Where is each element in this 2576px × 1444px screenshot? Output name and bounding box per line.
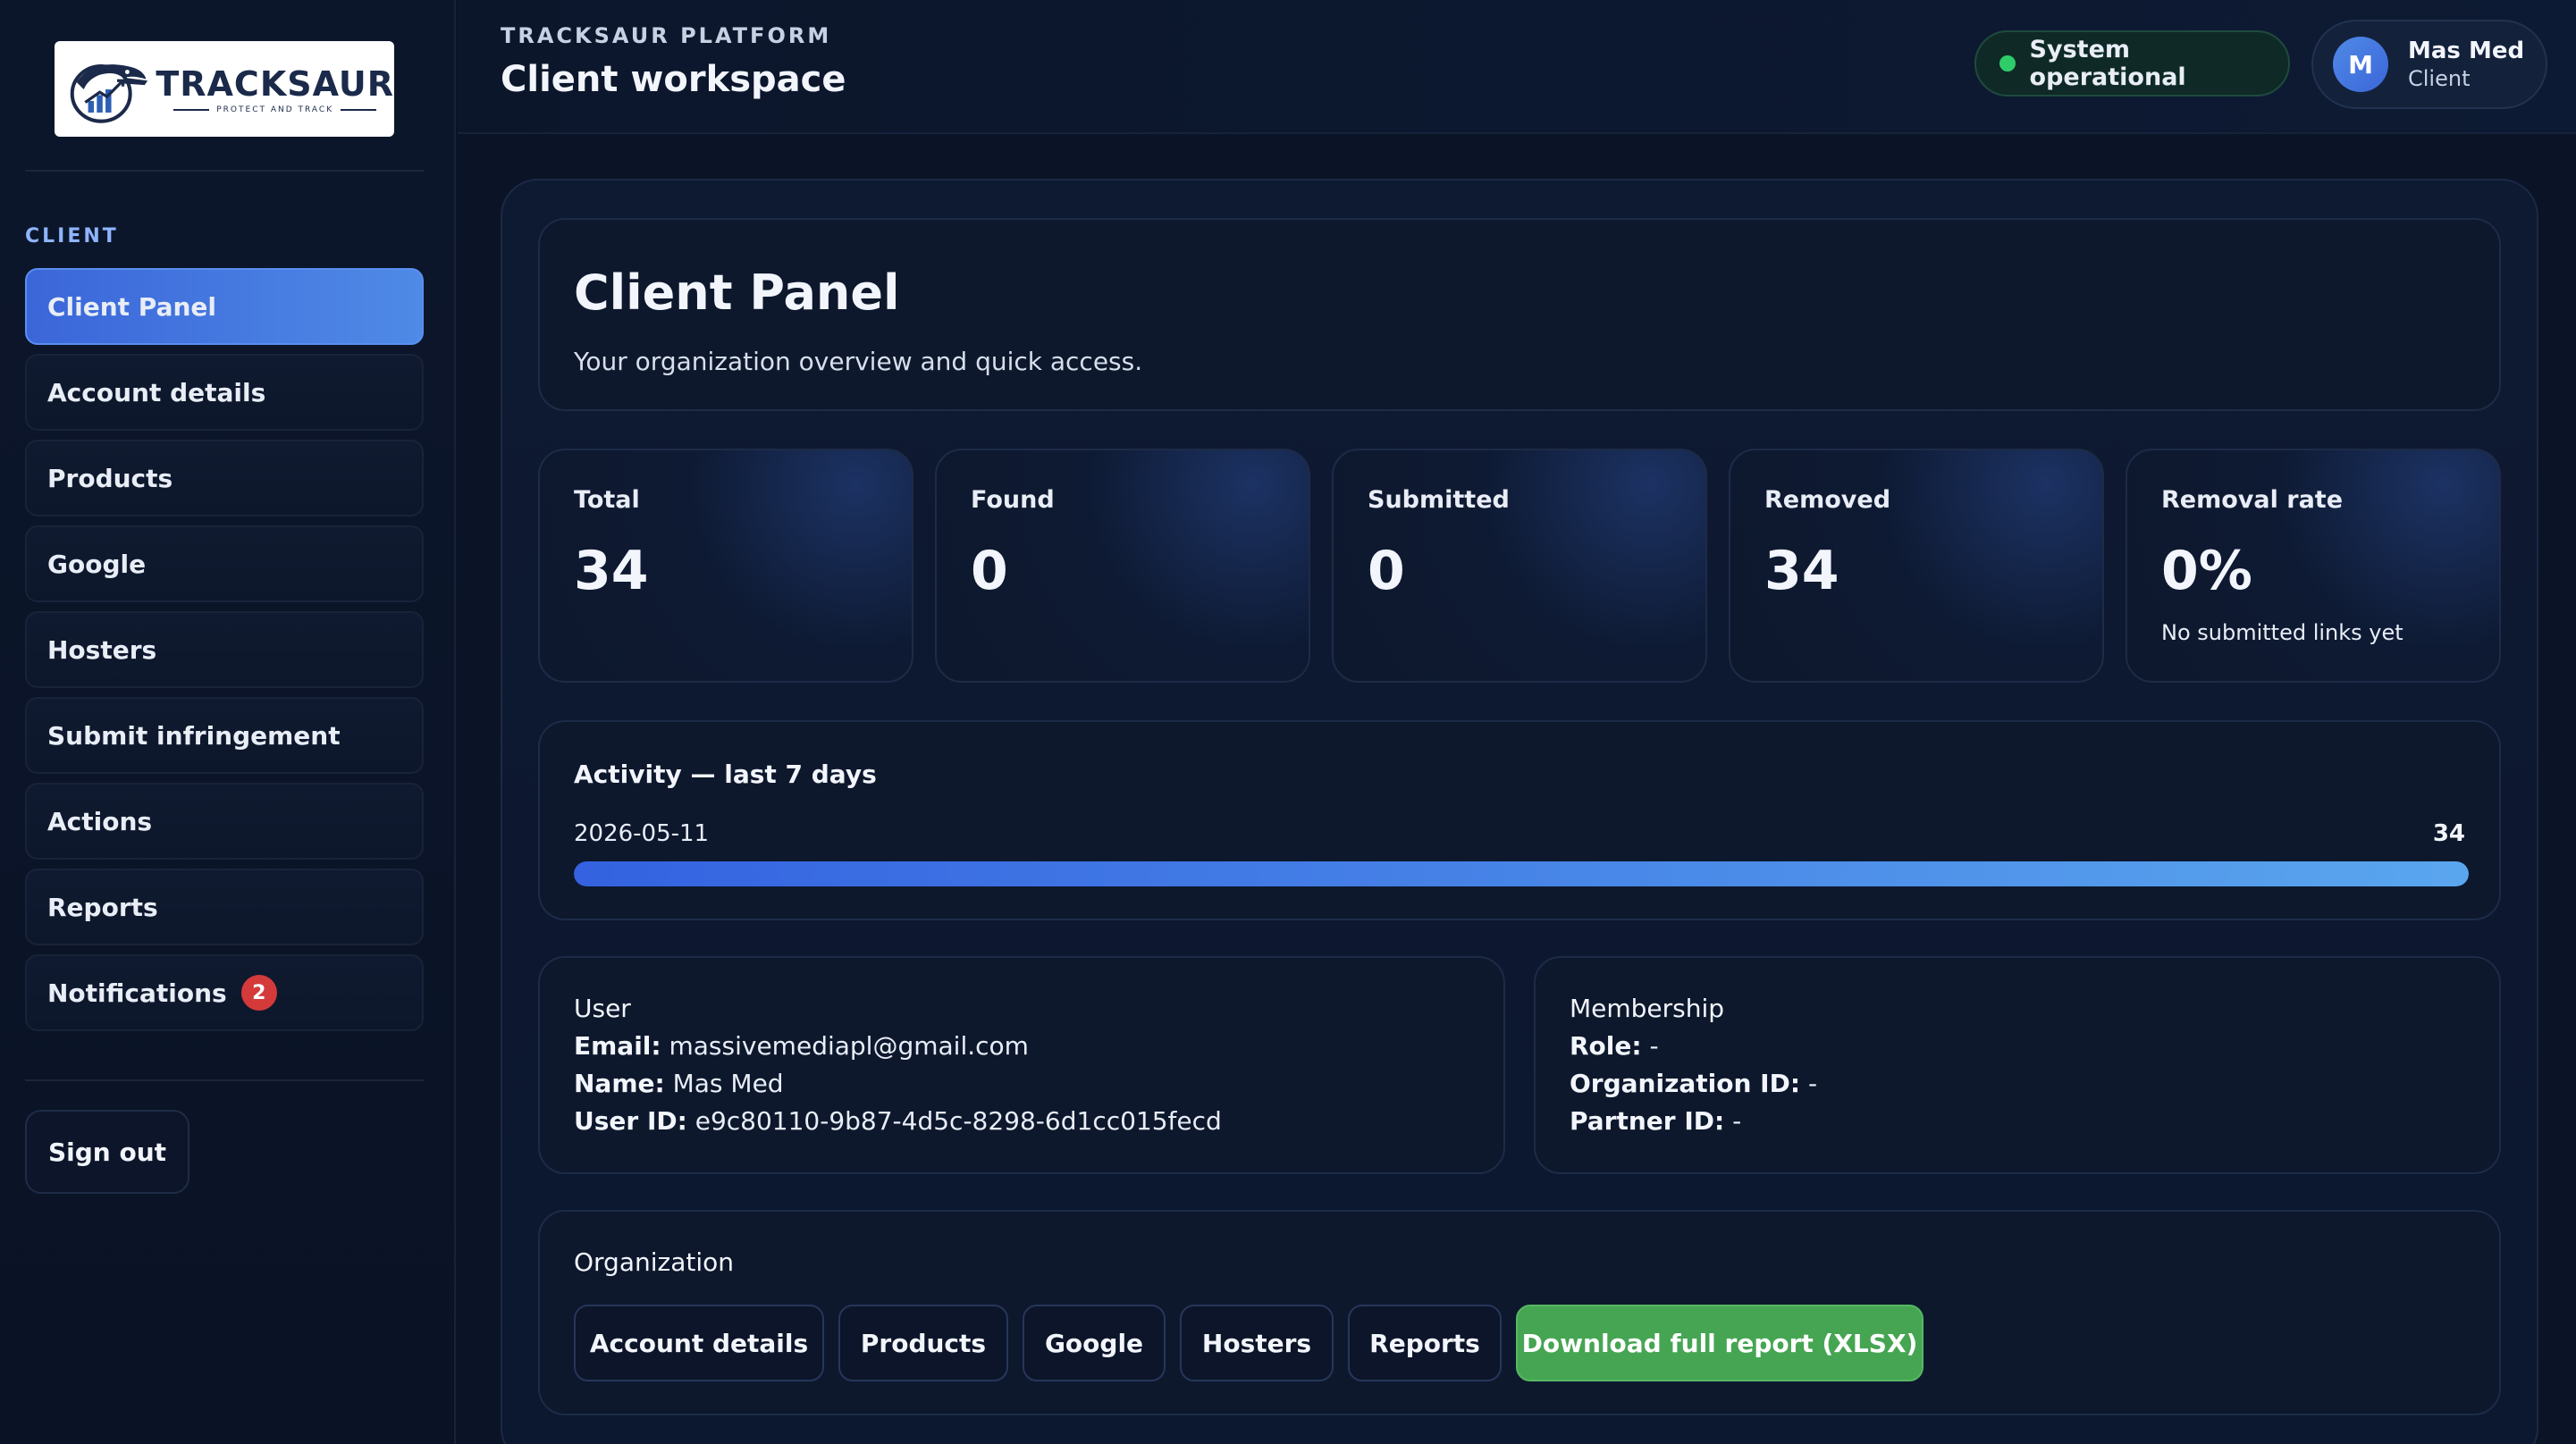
main-panel: Client Panel Your organization overview …	[501, 179, 2538, 1444]
sidebar-item-label: Google	[47, 549, 147, 579]
activity-date: 2026-05-11	[574, 820, 710, 847]
sidebar-item-notifications[interactable]: Notifications 2	[25, 954, 424, 1031]
hero-title: Client Panel	[574, 264, 900, 321]
sidebar-item-products[interactable]: Products	[25, 440, 424, 516]
activity-title: Activity — last 7 days	[574, 760, 877, 789]
status-dot-icon	[1999, 55, 2016, 71]
stat-value: 0%	[2161, 540, 2252, 602]
membership-partner-label: Partner ID:	[1570, 1106, 1725, 1136]
membership-org-value: -	[1807, 1069, 1818, 1098]
membership-card-heading: Membership	[1570, 994, 1725, 1023]
org-google-button[interactable]: Google	[1023, 1305, 1166, 1381]
page-title: Client workspace	[501, 59, 846, 100]
stat-card-removal-rate: Removal rate 0% No submitted links yet	[2126, 449, 2501, 683]
user-email-row: Email: massivemediapl@gmail.com	[574, 1031, 1029, 1061]
activity-count: 34	[2432, 820, 2465, 847]
stat-card-submitted: Submitted 0	[1332, 449, 1707, 683]
sidebar-item-label: Submit infringement	[47, 720, 341, 751]
sidebar-item-label: Products	[47, 463, 173, 493]
sign-out-button[interactable]: Sign out	[25, 1110, 189, 1194]
stat-label: Removal rate	[2161, 486, 2344, 514]
org-reports-button[interactable]: Reports	[1348, 1305, 1502, 1381]
membership-org-label: Organization ID:	[1570, 1069, 1801, 1098]
org-hosters-button[interactable]: Hosters	[1180, 1305, 1334, 1381]
sidebar-item-label: Client Panel	[47, 291, 216, 322]
activity-progress-fill	[574, 861, 2469, 886]
sidebar-section-label: CLIENT	[25, 225, 119, 248]
stat-card-removed: Removed 34	[1729, 449, 2104, 683]
sidebar-item-label: Notifications	[47, 978, 227, 1008]
sidebar-divider	[25, 170, 424, 172]
system-status-label: System operational	[2029, 36, 2186, 91]
system-status-badge: System operational	[1974, 30, 2290, 97]
user-card-heading: User	[574, 994, 631, 1023]
stat-label: Total	[574, 486, 640, 514]
stat-card-found: Found 0	[935, 449, 1310, 683]
stat-value: 0	[971, 540, 1008, 602]
organization-card: Organization Account details Products Go…	[538, 1210, 2501, 1415]
sidebar-item-label: Hosters	[47, 634, 157, 665]
user-menu-text: Mas Med Client	[2408, 38, 2524, 91]
platform-eyebrow: TRACKSAUR PLATFORM	[501, 23, 832, 48]
sidebar-item-label: Actions	[47, 806, 153, 836]
brand-logo[interactable]: TRACKSAUR PROTECT AND TRACK	[55, 41, 394, 137]
user-menu[interactable]: M Mas Med Client	[2311, 20, 2547, 109]
sidebar: TRACKSAUR PROTECT AND TRACK CLIENT Clien…	[0, 0, 456, 1444]
user-id-row: User ID: e9c80110-9b87-4d5c-8298-6d1cc01…	[574, 1106, 1222, 1136]
stat-label: Removed	[1764, 486, 1891, 514]
sidebar-item-label: Reports	[47, 892, 158, 922]
org-products-button[interactable]: Products	[838, 1305, 1008, 1381]
stat-note: No submitted links yet	[2161, 620, 2403, 645]
membership-role-row: Role: -	[1570, 1031, 1659, 1061]
sidebar-item-client-panel[interactable]: Client Panel	[25, 268, 424, 345]
membership-org-row: Organization ID: -	[1570, 1069, 1817, 1098]
tracksaur-logo-icon	[70, 63, 148, 123]
sidebar-item-account-details[interactable]: Account details	[25, 354, 424, 431]
activity-progress-track	[574, 861, 2469, 886]
notification-count-badge: 2	[240, 975, 277, 1011]
user-id-value: e9c80110-9b87-4d5c-8298-6d1cc015fecd	[695, 1106, 1222, 1136]
user-role: Client	[2408, 66, 2471, 91]
user-email-label: Email:	[574, 1031, 661, 1061]
stat-value: 0	[1368, 540, 1405, 602]
user-name: Mas Med	[2408, 38, 2525, 64]
top-header: TRACKSAUR PLATFORM Client workspace Syst…	[458, 0, 2576, 134]
user-id-label: User ID:	[574, 1106, 687, 1136]
logo-word: TRACKSAUR	[156, 63, 394, 104]
user-name-label: Name:	[574, 1069, 665, 1098]
org-account-details-button[interactable]: Account details	[574, 1305, 824, 1381]
stat-card-total: Total 34	[538, 449, 913, 683]
sidebar-item-reports[interactable]: Reports	[25, 869, 424, 945]
membership-role-value: -	[1649, 1031, 1659, 1061]
membership-partner-row: Partner ID: -	[1570, 1106, 1741, 1136]
activity-card: Activity — last 7 days 2026-05-11 34	[538, 720, 2501, 920]
download-report-button[interactable]: Download full report (XLSX)	[1516, 1305, 1924, 1381]
sidebar-item-actions[interactable]: Actions	[25, 783, 424, 860]
user-name-row: Name: Mas Med	[574, 1069, 784, 1098]
membership-role-label: Role:	[1570, 1031, 1642, 1061]
stat-value: 34	[574, 540, 649, 602]
sidebar-divider	[25, 1079, 424, 1081]
sidebar-item-hosters[interactable]: Hosters	[25, 611, 424, 688]
client-panel-hero: Client Panel Your organization overview …	[538, 218, 2501, 411]
user-email-value: massivemediapl@gmail.com	[669, 1031, 1029, 1061]
organization-title: Organization	[574, 1247, 735, 1277]
user-name-value: Mas Med	[672, 1069, 784, 1098]
sidebar-item-label: Account details	[47, 377, 266, 407]
membership-partner-value: -	[1732, 1106, 1742, 1136]
hero-subtitle: Your organization overview and quick acc…	[574, 347, 1143, 376]
avatar: M	[2333, 37, 2388, 92]
sidebar-item-submit-infringement[interactable]: Submit infringement	[25, 697, 424, 774]
logo-wordmark: TRACKSAUR PROTECT AND TRACK	[156, 64, 394, 114]
membership-card: Membership Role: - Organization ID: - Pa…	[1534, 956, 2501, 1174]
sidebar-item-google[interactable]: Google	[25, 525, 424, 602]
logo-tagline: PROTECT AND TRACK	[173, 105, 376, 114]
stat-label: Submitted	[1368, 486, 1510, 514]
stat-value: 34	[1764, 540, 1839, 602]
user-info-card: User Email: massivemediapl@gmail.com Nam…	[538, 956, 1505, 1174]
stat-label: Found	[971, 486, 1055, 514]
